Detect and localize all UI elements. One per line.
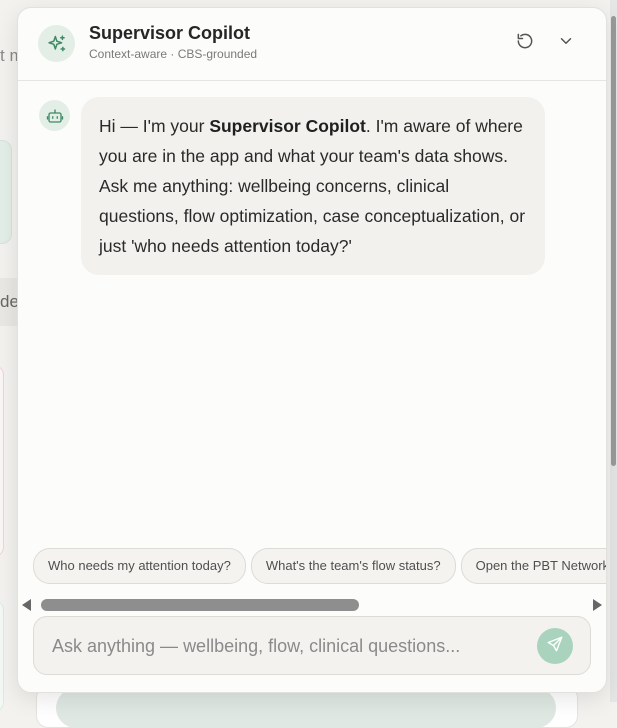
message-body: . I'm aware of where you are in the app … (99, 116, 526, 256)
assistant-message: Hi — I'm your Supervisor Copilot. I'm aw… (81, 97, 545, 275)
message-list: Hi — I'm your Supervisor Copilot. I'm aw… (18, 81, 606, 541)
scrollbar-thumb[interactable] (41, 599, 359, 611)
background-card (0, 140, 12, 244)
send-icon (546, 635, 564, 658)
reset-conversation-button[interactable] (511, 29, 539, 57)
copilot-header: Supervisor Copilot Context-aware · CBS-g… (18, 8, 606, 81)
copilot-panel: Supervisor Copilot Context-aware · CBS-g… (17, 7, 607, 693)
suggestion-chips: Who needs my attention today? What's the … (33, 548, 606, 586)
background-card (0, 600, 4, 712)
composer (33, 616, 591, 675)
suggestion-chip[interactable]: Who needs my attention today? (33, 548, 246, 584)
message-input[interactable] (50, 627, 524, 665)
copilot-subtitle: Context-aware · CBS-grounded (89, 47, 258, 61)
chevron-down-icon (557, 32, 575, 55)
background-pill (56, 688, 556, 728)
message-bold: Supervisor Copilot (209, 116, 366, 136)
background-card (0, 365, 4, 557)
sparkles-icon (38, 25, 75, 62)
send-button[interactable] (537, 628, 573, 664)
copilot-title: Supervisor Copilot (89, 23, 251, 43)
bot-icon (39, 100, 70, 131)
suggestion-chip[interactable]: Open the PBT Network (460, 548, 606, 584)
scroll-right-arrow-icon[interactable] (593, 599, 602, 611)
page-scrollbar-thumb[interactable] (611, 16, 616, 466)
message-intro: Hi — I'm your (99, 116, 210, 136)
scroll-left-arrow-icon[interactable] (22, 599, 31, 611)
suggestion-chip[interactable]: What's the team's flow status? (250, 548, 456, 584)
collapse-panel-button[interactable] (552, 29, 580, 57)
suggestions-scrollbar[interactable] (22, 597, 602, 613)
page-scrollbar[interactable] (610, 0, 617, 702)
refresh-icon (515, 31, 535, 56)
